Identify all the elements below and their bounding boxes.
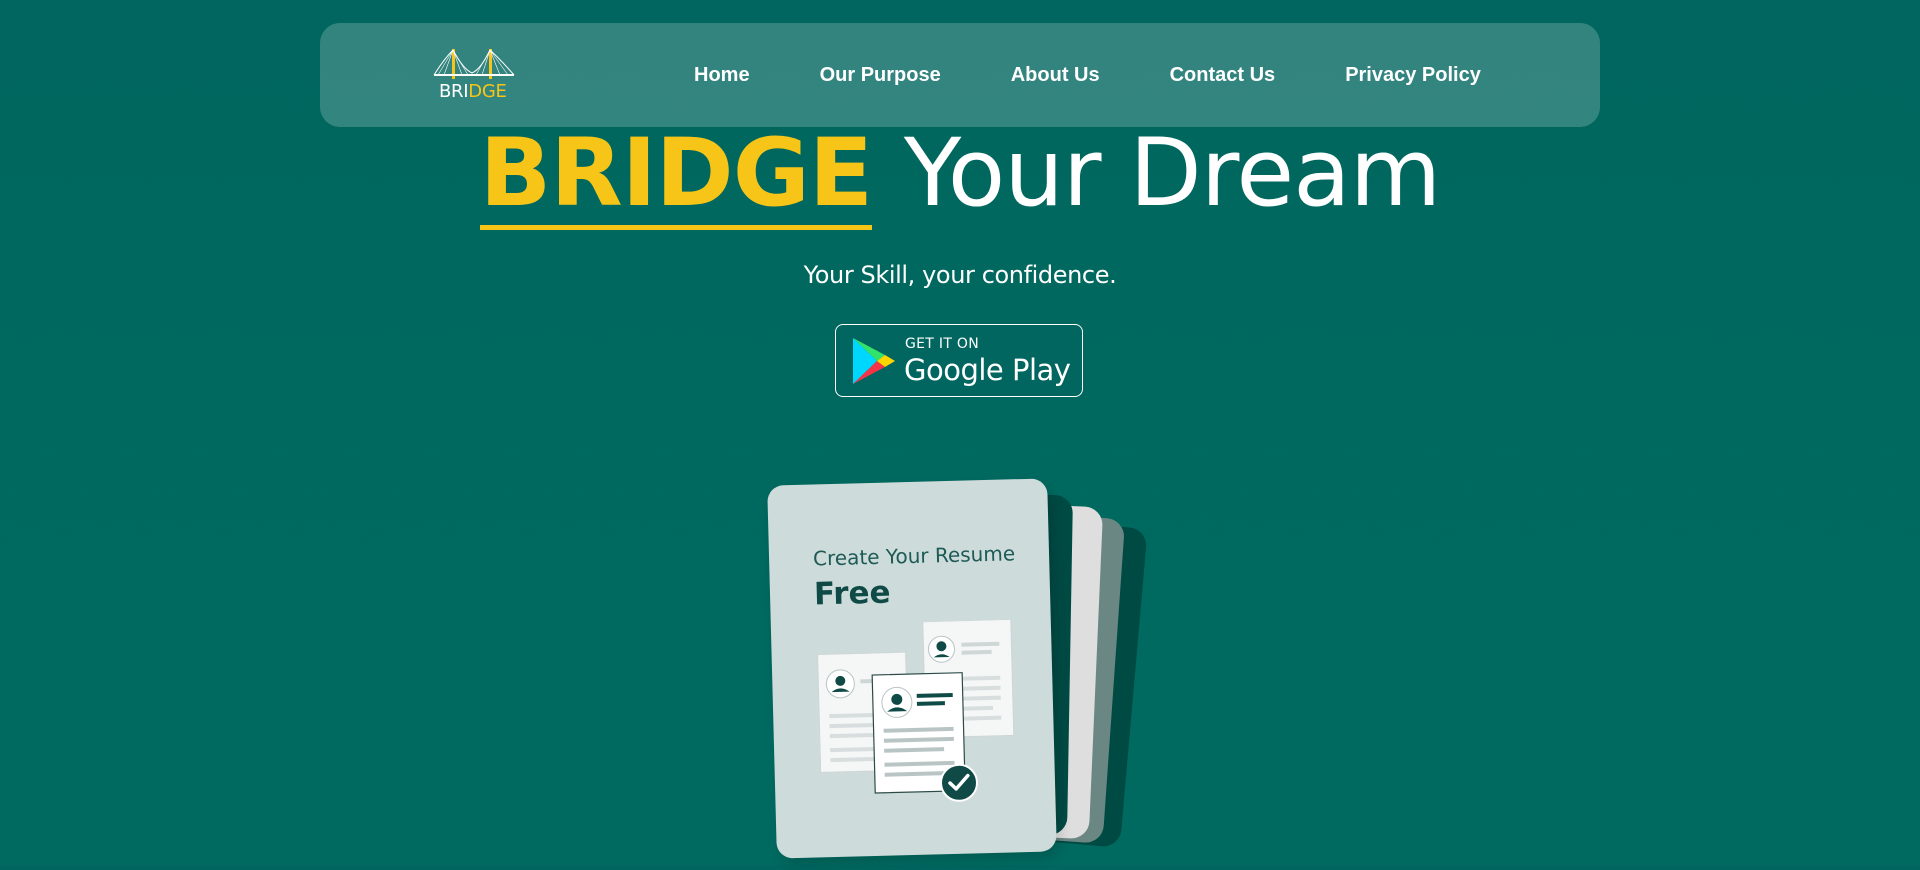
brand-logo[interactable]: BRIDGE	[432, 45, 516, 107]
nav-our-purpose[interactable]: Our Purpose	[820, 64, 941, 87]
logo-wordmark: BRIDGE	[439, 82, 507, 102]
nav-contact-us[interactable]: Contact Us	[1170, 64, 1276, 87]
google-play-icon	[853, 338, 895, 384]
play-big-text: Google Play	[904, 353, 1071, 387]
nav-about-us[interactable]: About Us	[1011, 64, 1100, 87]
logo-suffix: DGE	[468, 81, 507, 102]
logo-prefix: BRI	[439, 81, 469, 102]
hero-subtitle: Your Skill, your confidence.	[803, 261, 1117, 289]
resume-card[interactable]: Create Your Resume Free	[767, 478, 1057, 859]
hero-title: BRIDGE Your Dream	[0, 120, 1920, 230]
hero-title-rest: Your Dream	[903, 119, 1442, 228]
play-small-text: GET IT ON	[905, 336, 980, 352]
hero-title-highlight: BRIDGE	[479, 119, 873, 230]
google-play-button[interactable]: GET IT ON Google Play	[835, 324, 1083, 397]
nav-home[interactable]: Home	[694, 64, 750, 87]
nav-privacy-policy[interactable]: Privacy Policy	[1345, 64, 1481, 87]
bridge-icon	[433, 49, 515, 79]
card-heading: Create Your Resume	[812, 541, 1016, 571]
navbar: BRIDGE Home Our Purpose About Us Contact…	[320, 23, 1600, 127]
nav-links: Home Our Purpose About Us Contact Us Pri…	[694, 23, 1481, 127]
resume-documents-icon	[817, 619, 1015, 802]
card-subheading: Free	[813, 574, 892, 613]
resume-card-stack: Create Your Resume Free	[760, 470, 1180, 870]
